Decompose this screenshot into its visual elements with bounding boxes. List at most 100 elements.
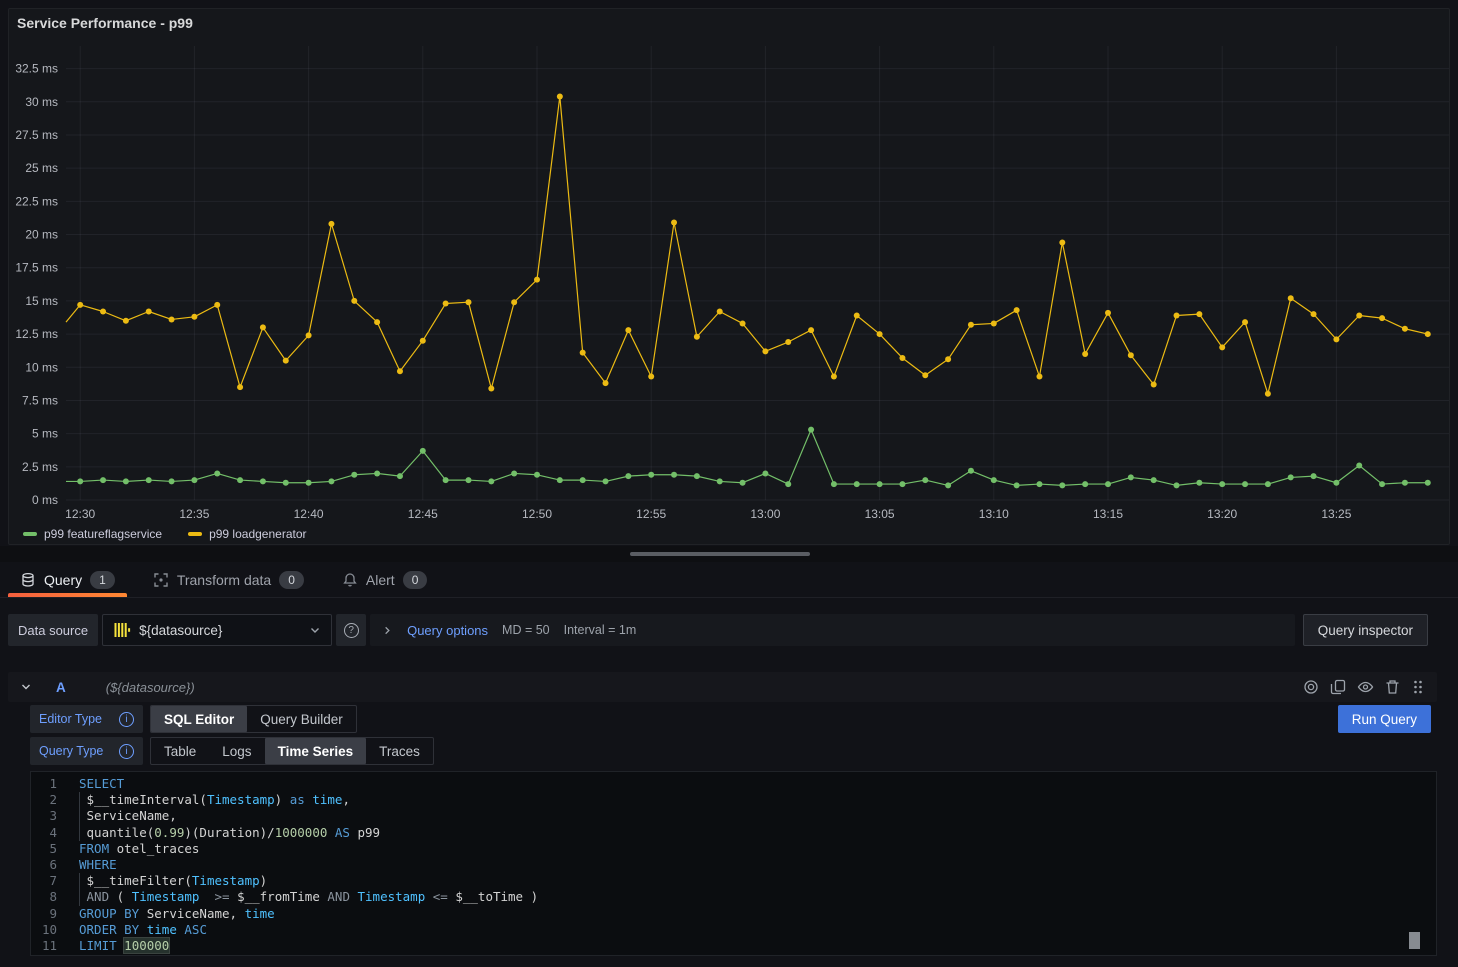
code-line: 7 $__timeFilter(Timestamp): [31, 873, 1436, 889]
pane-resize-handle[interactable]: [630, 552, 810, 556]
tab-label: Query: [44, 572, 82, 588]
query-inspector-button[interactable]: Query inspector: [1303, 614, 1428, 646]
svg-text:13:05: 13:05: [865, 507, 895, 521]
query-type-traces[interactable]: Traces: [366, 738, 433, 764]
query-type-group: Table Logs Time Series Traces: [150, 737, 434, 765]
svg-text:12.5 ms: 12.5 ms: [15, 327, 58, 341]
query-type-logs[interactable]: Logs: [209, 738, 264, 764]
svg-text:12:50: 12:50: [522, 507, 552, 521]
tab-label: Transform data: [177, 572, 271, 588]
query-type-label: Query Type i: [30, 737, 143, 765]
editor-type-group: SQL Editor Query Builder: [150, 705, 357, 733]
editor-type-query-builder[interactable]: Query Builder: [247, 706, 356, 732]
clickhouse-logo-icon: [113, 621, 131, 639]
max-data-points-value: MD = 50: [502, 623, 550, 637]
datasource-help-button[interactable]: ?: [336, 614, 366, 646]
svg-text:10 ms: 10 ms: [25, 360, 58, 374]
svg-text:17.5 ms: 17.5 ms: [15, 261, 58, 275]
svg-text:15 ms: 15 ms: [25, 294, 58, 308]
svg-text:7.5 ms: 7.5 ms: [22, 393, 58, 407]
svg-text:13:10: 13:10: [979, 507, 1009, 521]
query-row-header[interactable]: A (${datasource}): [8, 672, 1437, 702]
code-line: 5FROM otel_traces: [31, 841, 1436, 857]
editor-tabbar: Query 1 Transform data 0 Alert 0: [0, 562, 1458, 598]
legend-item-featureflagservice[interactable]: p99 featureflagservice: [23, 527, 162, 541]
svg-text:25 ms: 25 ms: [25, 161, 58, 175]
code-line: 2 $__timeInterval(Timestamp) as time,: [31, 792, 1436, 808]
svg-text:13:25: 13:25: [1321, 507, 1351, 521]
disable-query-icon[interactable]: [1303, 679, 1319, 695]
datasource-picker[interactable]: ${datasource}: [102, 614, 332, 646]
query-type-row: Query Type i Table Logs Time Series Trac…: [30, 737, 434, 765]
datasource-value: ${datasource}: [139, 623, 301, 638]
bell-icon: [342, 572, 358, 588]
run-query-button[interactable]: Run Query: [1338, 705, 1431, 733]
chart-legend: p99 featureflagservice p99 loadgenerator: [23, 527, 307, 541]
svg-text:22.5 ms: 22.5 ms: [15, 194, 58, 208]
tab-count-badge: 1: [90, 571, 115, 589]
chevron-down-icon: [309, 624, 321, 636]
sql-code-editor[interactable]: 1SELECT2 $__timeInterval(Timestamp) as t…: [30, 771, 1437, 956]
info-icon: i: [119, 744, 134, 759]
chevron-right-icon[interactable]: [382, 625, 393, 636]
editor-type-sql-editor[interactable]: SQL Editor: [151, 706, 247, 732]
tab-label: Alert: [366, 572, 395, 588]
query-row-actions: [1303, 679, 1425, 695]
tab-count-badge: 0: [279, 571, 304, 589]
svg-text:13:00: 13:00: [750, 507, 780, 521]
svg-text:12:45: 12:45: [408, 507, 438, 521]
time-series-plot: 0 ms2.5 ms5 ms7.5 ms10 ms12.5 ms15 ms17.…: [9, 9, 1451, 546]
help-icon: ?: [344, 623, 359, 638]
line-number: 11: [31, 938, 69, 954]
datasource-row: Data source ${datasource} ? Query option…: [8, 614, 1295, 646]
svg-text:12:35: 12:35: [179, 507, 209, 521]
query-options-bar: Query options MD = 50 Interval = 1m: [370, 614, 1295, 646]
legend-label: p99 loadgenerator: [209, 527, 306, 541]
database-icon: [20, 572, 36, 588]
svg-text:12:40: 12:40: [294, 507, 324, 521]
svg-text:0 ms: 0 ms: [32, 493, 58, 507]
query-ref-id: A: [56, 680, 66, 695]
svg-text:20 ms: 20 ms: [25, 228, 58, 242]
series-p99-featureflagservice: [66, 427, 1431, 489]
query-options-link[interactable]: Query options: [407, 623, 488, 638]
svg-text:27.5 ms: 27.5 ms: [15, 128, 58, 142]
query-type-table[interactable]: Table: [151, 738, 209, 764]
hide-response-eye-icon[interactable]: [1357, 679, 1374, 695]
editor-type-row: Editor Type i SQL Editor Query Builder: [30, 705, 357, 733]
code-line: 10ORDER BY time ASC: [31, 922, 1436, 938]
code-line: 6WHERE: [31, 857, 1436, 873]
svg-text:12:30: 12:30: [65, 507, 95, 521]
tab-transform-data[interactable]: Transform data 0: [141, 562, 316, 597]
code-line: 1SELECT: [31, 776, 1436, 792]
collapse-chevron-icon[interactable]: [20, 681, 32, 693]
query-datasource-hint: (${datasource}): [106, 680, 195, 695]
svg-text:2.5 ms: 2.5 ms: [22, 460, 58, 474]
query-type-time-series[interactable]: Time Series: [265, 738, 367, 764]
svg-text:12:55: 12:55: [636, 507, 666, 521]
code-line: 3 ServiceName,: [31, 808, 1436, 824]
tab-alert[interactable]: Alert 0: [330, 562, 439, 597]
tab-query[interactable]: Query 1: [8, 562, 127, 597]
transform-icon: [153, 572, 169, 588]
delete-query-trash-icon[interactable]: [1385, 679, 1400, 695]
datasource-label: Data source: [8, 614, 98, 646]
series-color-swatch: [23, 532, 37, 536]
code-line: 4 quantile(0.99)(Duration)/1000000 AS p9…: [31, 825, 1436, 841]
legend-item-loadgenerator[interactable]: p99 loadgenerator: [188, 527, 306, 541]
line-number: 4: [31, 825, 69, 841]
active-tab-underline: [8, 593, 127, 597]
series-color-swatch: [188, 532, 202, 536]
svg-text:13:15: 13:15: [1093, 507, 1123, 521]
svg-text:30 ms: 30 ms: [25, 95, 58, 109]
legend-label: p99 featureflagservice: [44, 527, 162, 541]
series-p99-loadgenerator: [66, 93, 1431, 396]
drag-handle-icon[interactable]: [1411, 679, 1425, 695]
line-number: 1: [31, 776, 69, 792]
duplicate-query-icon[interactable]: [1330, 679, 1346, 695]
line-number: 5: [31, 841, 69, 857]
line-number: 8: [31, 889, 69, 905]
line-number: 6: [31, 857, 69, 873]
line-number: 7: [31, 873, 69, 889]
code-line: 9GROUP BY ServiceName, time: [31, 906, 1436, 922]
